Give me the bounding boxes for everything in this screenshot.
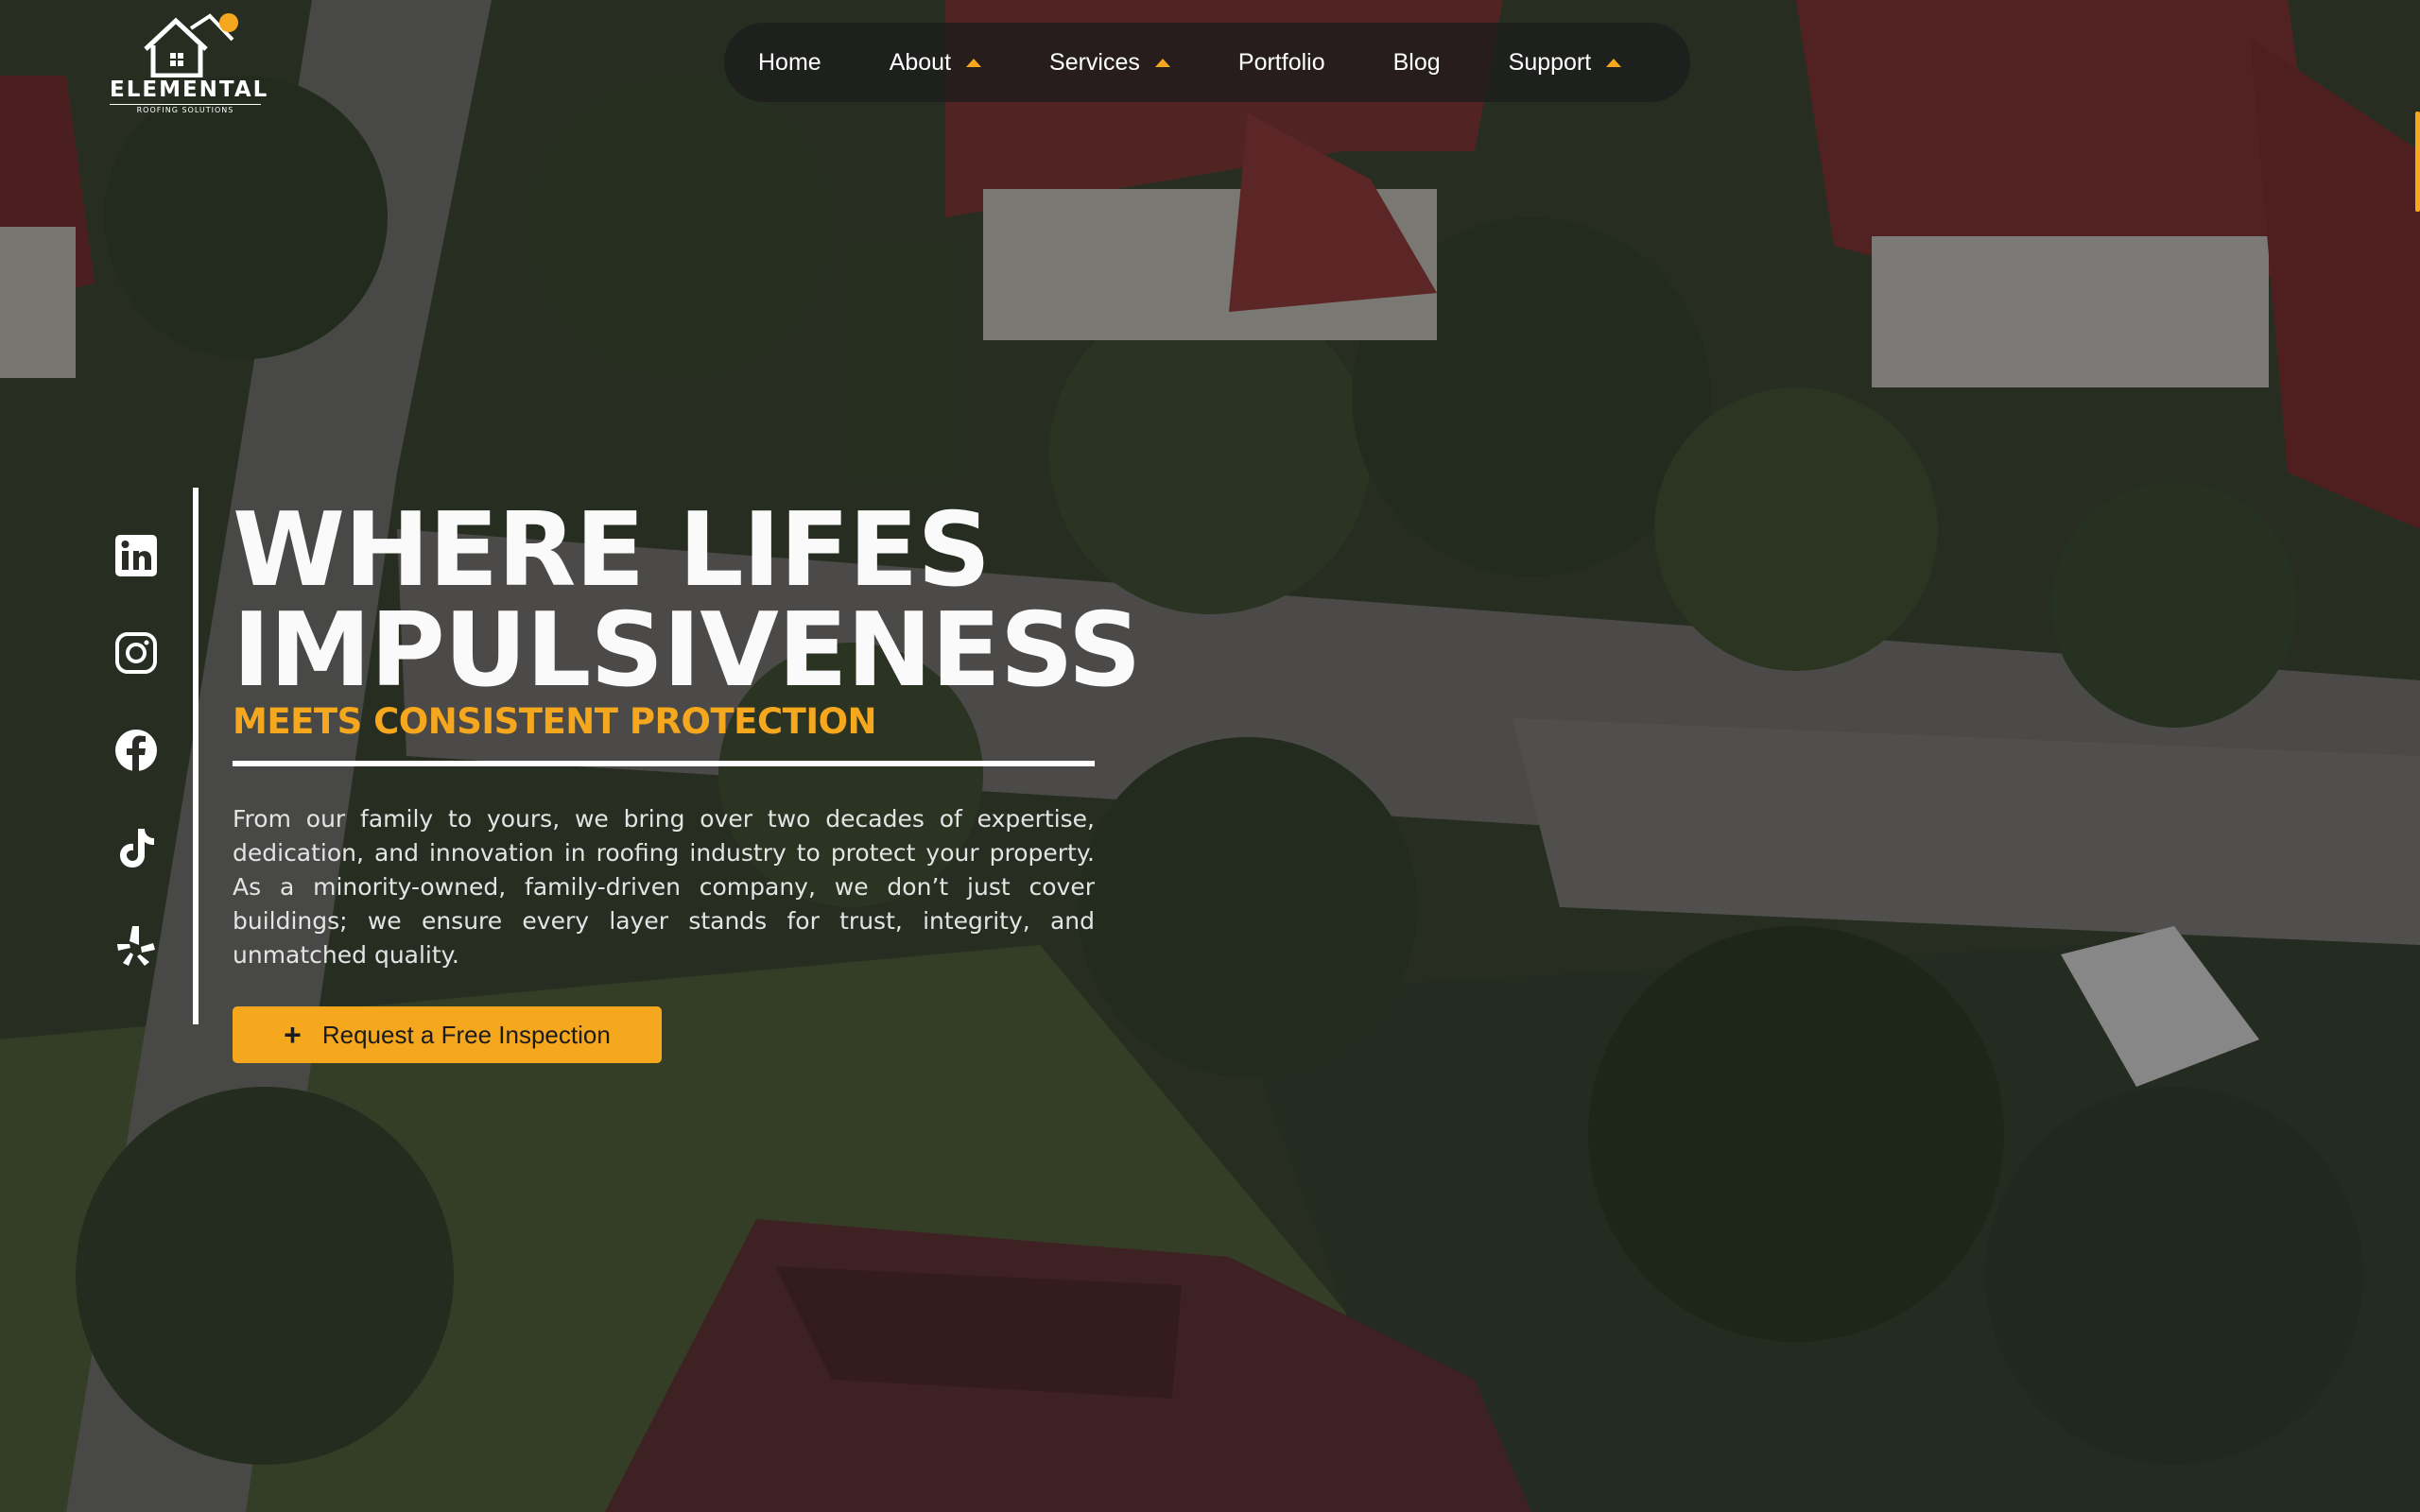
nav-services-label: Services xyxy=(1049,48,1140,76)
nav-blog-label: Blog xyxy=(1392,48,1441,76)
hero-divider xyxy=(233,761,1095,766)
instagram-icon[interactable] xyxy=(112,628,161,678)
nav-about[interactable]: About xyxy=(889,48,982,77)
nav-support-label: Support xyxy=(1508,48,1592,76)
request-inspection-button[interactable]: + Request a Free Inspection xyxy=(233,1006,662,1063)
nav-about-label: About xyxy=(889,48,952,76)
nav-support[interactable]: Support xyxy=(1509,49,1622,77)
caret-up-icon xyxy=(1154,58,1170,67)
hero-body: From our family to yours, we bring over … xyxy=(233,805,1095,969)
brand-tagline: ROOFING SOLUTIONS xyxy=(110,104,261,114)
yelp-icon[interactable] xyxy=(112,920,161,970)
plus-icon: + xyxy=(284,1018,302,1052)
caret-up-icon xyxy=(966,58,982,67)
caret-up-icon xyxy=(1606,58,1622,67)
hero-title-line2: IMPULSIVENESS xyxy=(233,592,1142,710)
nav-home[interactable]: Home xyxy=(758,49,821,77)
nav-portfolio[interactable]: Portfolio xyxy=(1238,49,1325,77)
social-links xyxy=(112,531,161,1018)
hero-section: WHERE LIFES IMPULSIVENESS MEETS CONSISTE… xyxy=(233,488,1142,1063)
hero-title: WHERE LIFES IMPULSIVENESS xyxy=(233,500,1142,702)
nav-blog[interactable]: Blog xyxy=(1393,49,1441,77)
facebook-icon[interactable] xyxy=(112,726,161,775)
house-logo-icon xyxy=(144,13,238,77)
nav-services[interactable]: Services xyxy=(1049,49,1170,77)
hero-accent-line xyxy=(193,488,199,1024)
scrollbar-thumb[interactable] xyxy=(2415,112,2420,212)
brand-logo[interactable]: ELEMENTAL ROOFING SOLUTIONS xyxy=(110,11,269,117)
nav-portfolio-label: Portfolio xyxy=(1237,48,1325,76)
brand-name: ELEMENTAL xyxy=(110,77,269,102)
nav-home-label: Home xyxy=(758,48,821,76)
request-inspection-label: Request a Free Inspection xyxy=(321,1020,611,1049)
main-nav: Home About Services Portfolio Blog Suppo… xyxy=(724,23,1690,102)
linkedin-icon[interactable] xyxy=(112,531,161,580)
tiktok-icon[interactable] xyxy=(112,823,161,872)
